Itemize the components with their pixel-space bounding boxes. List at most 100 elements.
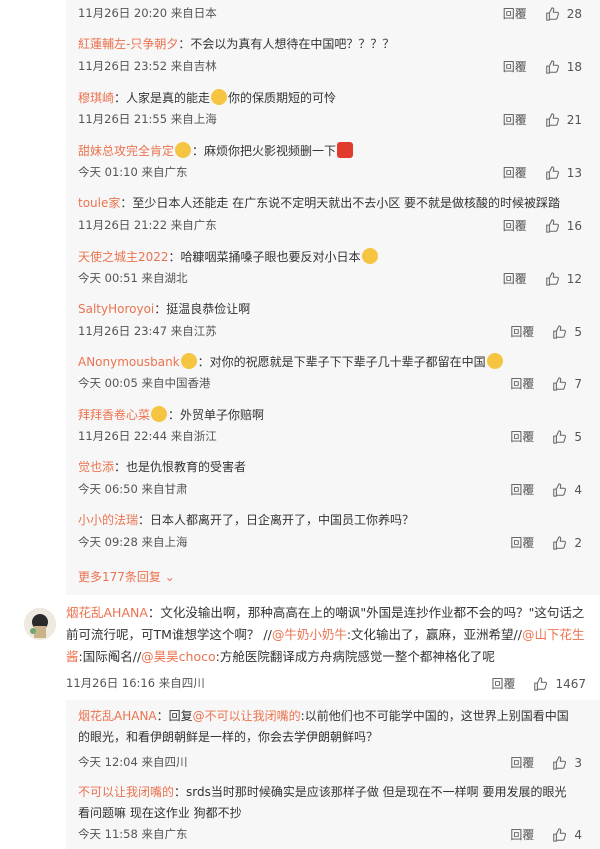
reply-username[interactable]: 小小的法瑞 bbox=[78, 513, 138, 527]
like-count: 1467 bbox=[555, 676, 586, 691]
like-count: 12 bbox=[566, 271, 582, 286]
avatar-image bbox=[24, 608, 56, 640]
reply-meta: 今天 01:10 来自广东 bbox=[78, 165, 188, 179]
thumbs-up-icon[interactable] bbox=[552, 827, 567, 842]
reply-button[interactable]: 回覆 bbox=[503, 164, 527, 181]
reply-text: ：至少日本人还能走 在广东说不定明天就出不去小区 要不就是做核酸的时候被踩踏 bbox=[120, 196, 561, 210]
like-count: 2 bbox=[574, 535, 582, 550]
thumbs-up-icon[interactable] bbox=[545, 271, 559, 286]
thumbs-up-icon[interactable] bbox=[545, 6, 559, 21]
reply-meta: 今天 06:50 来自甘肃 bbox=[78, 482, 188, 496]
reply-text: ：不会以为真有人想待在中国吧？？？？ bbox=[178, 37, 395, 51]
more-replies-label: 更多177条回复 bbox=[78, 570, 161, 584]
reply-text: ：回复 bbox=[156, 709, 193, 723]
reply-username[interactable]: 天使之城主2022 bbox=[78, 250, 169, 264]
avatar[interactable] bbox=[24, 608, 56, 640]
list-item: 甜妹总攻完全肯定 ：麻烦你把火影视频删一下 今天 01:10 来自广东 回覆 13 bbox=[78, 142, 590, 186]
like-count: 28 bbox=[566, 6, 582, 21]
thumbs-up-icon[interactable] bbox=[545, 165, 559, 180]
reply-username[interactable]: 穆琪崎 bbox=[78, 91, 114, 105]
list-item: 11月26日 20:20 来自日本 回覆 28 bbox=[78, 0, 590, 26]
sub-reply-panel: 烟花乱AHANA：回复@不可以让我闭嘴的:以前他们也不可能学中国的，这世界上别国… bbox=[66, 700, 600, 849]
vip-badge-icon bbox=[151, 406, 168, 422]
thumbs-up-icon[interactable] bbox=[552, 482, 567, 497]
reply-text: ：麻烦你把火影视频删一下 bbox=[192, 144, 337, 158]
reply-username[interactable]: 拜拜香卷心菜 bbox=[78, 408, 150, 422]
reply-username[interactable]: 觉也添 bbox=[78, 460, 114, 474]
thumbs-up-icon[interactable] bbox=[545, 218, 559, 233]
thumbs-up-icon[interactable] bbox=[552, 376, 567, 391]
reply-meta: 11月26日 21:55 来自上海 bbox=[78, 112, 217, 126]
reply-text: ：挺温良恭俭让啊 bbox=[154, 302, 251, 316]
thumbs-up-icon[interactable] bbox=[552, 535, 567, 550]
like-count: 5 bbox=[574, 429, 582, 444]
like-count: 5 bbox=[574, 324, 582, 339]
comment-text-part: :文化输出了，赢麻，亚洲希望// bbox=[346, 627, 522, 642]
list-item: 穆琪崎：人家是真的能走 你的保质期短的可怜 11月26日 21:55 来自上海 回… bbox=[78, 89, 590, 133]
list-item: 紅蓮輔左-只争朝夕：不会以为真有人想待在中国吧？？？？ 11月26日 23:52… bbox=[78, 36, 590, 80]
reply-meta: 11月26日 23:52 来自吉林 bbox=[78, 59, 217, 73]
reply-button[interactable]: 回覆 bbox=[510, 428, 534, 445]
reply-button[interactable]: 回覆 bbox=[503, 5, 527, 22]
like-count: 21 bbox=[566, 112, 582, 127]
thumbs-up-icon[interactable] bbox=[533, 676, 548, 691]
reply-text: ：人家是真的能走 bbox=[114, 91, 211, 105]
reply-button[interactable]: 回覆 bbox=[510, 375, 534, 392]
reply-button[interactable]: 回覆 bbox=[491, 675, 515, 692]
comment-text-part: :方舱医院翻译成方舟病院感觉一整个都神格化了呢 bbox=[215, 649, 495, 664]
emoji-icon bbox=[486, 353, 503, 369]
reply-meta: 今天 11:58 来自广东 bbox=[78, 827, 188, 841]
list-item: toule家：至少日本人还能走 在广东说不定明天就出不去小区 要不就是做核酸的时… bbox=[78, 195, 590, 239]
like-count: 7 bbox=[574, 376, 582, 391]
reply-meta: 11月26日 23:47 来自江苏 bbox=[78, 324, 217, 338]
reply-meta: 今天 00:05 来自中国香港 bbox=[78, 376, 211, 390]
comment-text-part: :国际阄名// bbox=[78, 649, 142, 664]
reply-text: ：也是仇恨教育的受害者 bbox=[114, 460, 247, 474]
list-item: 不可以让我闭嘴的：srds当时那时候确实是应该那样子做 但是现在不一样啊 要用发… bbox=[78, 782, 590, 848]
thumbs-up-icon[interactable] bbox=[545, 112, 559, 127]
comment-thread: 11月26日 20:20 来自日本 回覆 28 紅蓮輔左-只争朝夕：不会以为真有… bbox=[0, 0, 600, 849]
more-replies-link[interactable]: 更多177条回复 ⌄ bbox=[78, 568, 175, 585]
chevron-down-icon: ⌄ bbox=[164, 570, 175, 584]
list-item: ANonymousbank ：对你的祝愿就是下辈子下下辈子几十辈子都留在中国 今天… bbox=[78, 353, 590, 397]
vip-badge-icon bbox=[180, 353, 197, 369]
main-comment-text: 烟花乱AHANA：文化没输出啊，那种高高在上的嘲讽"外国是连抄作业都不会的吗？"… bbox=[66, 602, 586, 668]
thumbs-up-icon[interactable] bbox=[552, 324, 567, 339]
reply-username[interactable]: SaltyHoroyoi bbox=[78, 302, 154, 316]
reply-button[interactable]: 回覆 bbox=[503, 58, 527, 75]
reply-button[interactable]: 回覆 bbox=[503, 270, 527, 287]
thumbs-up-icon[interactable] bbox=[545, 59, 559, 74]
reply-username[interactable]: ANonymousbank bbox=[78, 355, 180, 369]
mention-link[interactable]: @昊昊choco bbox=[141, 649, 215, 664]
reply-text: ：对你的祝愿就是下辈子下下辈子几十辈子都留在中国 bbox=[197, 355, 486, 369]
reply-text: ：哈糠咽菜捅嗓子眼也要反对小日本 bbox=[168, 250, 361, 264]
reply-button[interactable]: 回覆 bbox=[503, 111, 527, 128]
comment-meta: 11月26日 16:16 来自四川 bbox=[66, 676, 205, 690]
reply-username[interactable]: 不可以让我闭嘴的 bbox=[78, 785, 174, 799]
reply-button[interactable]: 回覆 bbox=[510, 826, 534, 843]
like-count: 4 bbox=[574, 827, 582, 842]
reply-button[interactable]: 回覆 bbox=[503, 217, 527, 234]
reply-button[interactable]: 回覆 bbox=[510, 534, 534, 551]
thumbs-up-icon[interactable] bbox=[552, 755, 567, 770]
emoji-icon bbox=[211, 89, 228, 105]
reply-button[interactable]: 回覆 bbox=[510, 754, 534, 771]
reply-button[interactable]: 回覆 bbox=[510, 323, 534, 340]
list-item: 拜拜香卷心菜 ：外贸单子你赔啊 11月26日 22:44 来自浙江 回覆 5 bbox=[78, 406, 590, 450]
reply-username[interactable]: 烟花乱AHANA bbox=[78, 709, 157, 723]
comment-username[interactable]: 烟花乱AHANA bbox=[66, 605, 148, 620]
mention-link[interactable]: @不可以让我闭嘴的 bbox=[193, 709, 301, 723]
reply-button[interactable]: 回覆 bbox=[510, 481, 534, 498]
mention-link[interactable]: @牛奶小奶牛 bbox=[272, 627, 347, 642]
reply-username[interactable]: toule家 bbox=[78, 196, 120, 210]
reply-meta: 今天 09:28 来自上海 bbox=[78, 535, 188, 549]
reply-username[interactable]: 甜妹总攻完全肯定 bbox=[78, 144, 174, 158]
reply-username[interactable]: 紅蓮輔左-只争朝夕 bbox=[78, 37, 178, 51]
like-count: 16 bbox=[566, 218, 582, 233]
list-item: 烟花乱AHANA：回复@不可以让我闭嘴的:以前他们也不可能学中国的，这世界上别国… bbox=[78, 706, 590, 772]
thumbs-up-icon[interactable] bbox=[552, 429, 567, 444]
reply-text-continued: 你的保质期短的可怜 bbox=[228, 91, 337, 105]
reply-panel: 11月26日 20:20 来自日本 回覆 28 紅蓮輔左-只争朝夕：不会以为真有… bbox=[66, 0, 600, 595]
like-count: 4 bbox=[574, 482, 582, 497]
list-item: SaltyHoroyoi：挺温良恭俭让啊 11月26日 23:47 来自江苏 回… bbox=[78, 301, 590, 345]
